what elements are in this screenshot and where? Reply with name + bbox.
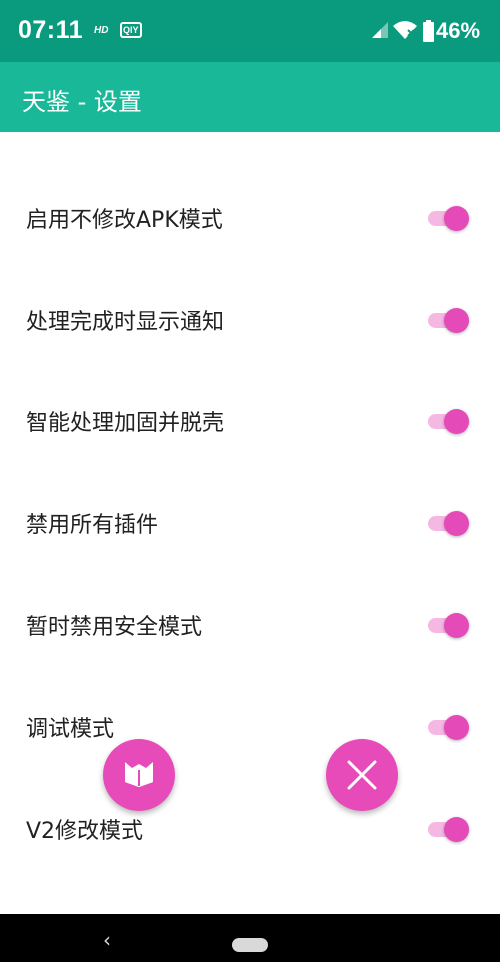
toggle-thumb	[444, 206, 469, 231]
close-icon	[347, 760, 377, 790]
setting-row-smart-unpack[interactable]: 智能处理加固并脱壳	[0, 370, 500, 472]
close-fab[interactable]	[326, 739, 398, 811]
setting-row-disable-plugins[interactable]: 禁用所有插件	[0, 472, 500, 574]
setting-label: 调试模式	[26, 717, 115, 742]
toggle-switch[interactable]	[428, 509, 470, 537]
setting-label: 启用不修改APK模式	[26, 208, 223, 233]
setting-label: 暂时禁用安全模式	[26, 615, 203, 640]
toggle-thumb	[444, 409, 469, 434]
setting-row-disable-safe-mode[interactable]: 暂时禁用安全模式	[0, 574, 500, 676]
toggle-switch[interactable]	[428, 713, 470, 741]
cell-signal-icon	[372, 22, 388, 38]
toggle-switch[interactable]	[428, 407, 470, 435]
setting-label: 智能处理加固并脱壳	[26, 411, 225, 436]
setting-row-no-modify-apk[interactable]: 启用不修改APK模式	[0, 167, 500, 269]
wifi-icon	[393, 21, 417, 39]
setting-label: V2修改模式	[26, 819, 144, 844]
back-icon[interactable]: ‹	[103, 928, 111, 952]
toggle-switch[interactable]	[428, 611, 470, 639]
status-bar: 07:11 HD QIY 46%	[0, 0, 500, 62]
toggle-switch[interactable]	[428, 815, 470, 843]
setting-row-notify-on-complete[interactable]: 处理完成时显示通知	[0, 269, 500, 371]
page-title: 天鉴 - 设置	[22, 88, 142, 116]
toggle-thumb	[444, 715, 469, 740]
toggle-switch[interactable]	[428, 306, 470, 334]
toggle-switch[interactable]	[428, 204, 470, 232]
setting-row-debug-mode[interactable]: 调试模式	[0, 676, 500, 778]
toggle-thumb	[444, 613, 469, 638]
status-time: 07:11	[18, 16, 84, 44]
iqiyi-badge: QIY	[120, 22, 142, 38]
hd-badge: HD	[94, 25, 109, 36]
app-bar: 天鉴 - 设置	[0, 62, 500, 132]
fox-book-fab[interactable]	[103, 739, 175, 811]
home-pill[interactable]	[232, 938, 268, 952]
fox-book-icon	[125, 762, 153, 789]
navigation-bar: ‹	[0, 914, 500, 962]
battery-percent: 46%	[436, 18, 481, 43]
setting-row-v2-modify-mode[interactable]: V2修改模式	[0, 778, 500, 880]
toggle-thumb	[444, 511, 469, 536]
toggle-thumb	[444, 308, 469, 333]
battery-icon	[423, 20, 434, 42]
toggle-thumb	[444, 817, 469, 842]
setting-label: 禁用所有插件	[26, 513, 159, 538]
setting-label: 处理完成时显示通知	[26, 310, 225, 335]
